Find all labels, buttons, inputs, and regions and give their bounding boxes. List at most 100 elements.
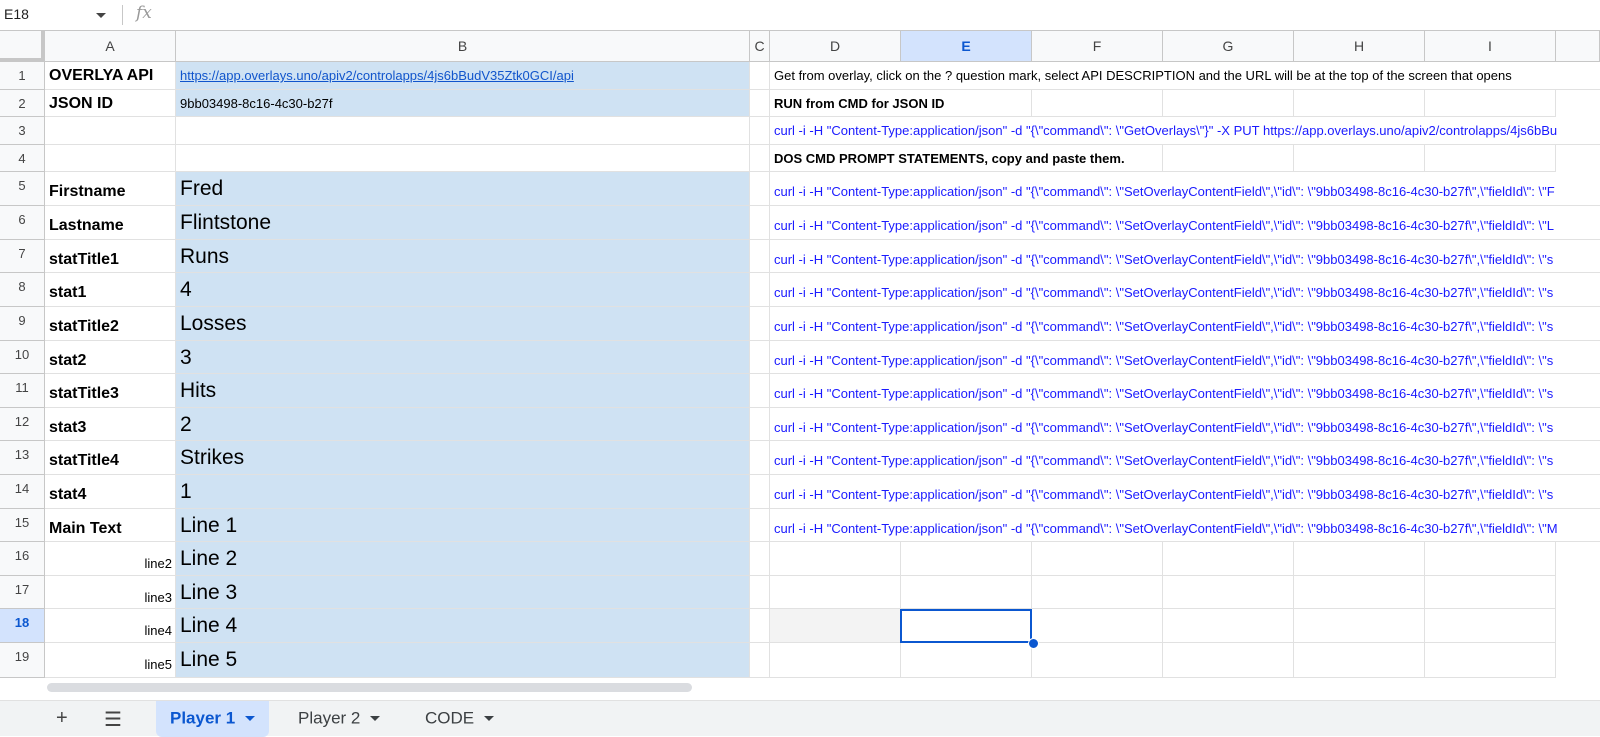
tab-code[interactable]: CODE [411,701,508,737]
cell-c12[interactable] [750,408,770,441]
cell-c15[interactable] [750,509,770,542]
chevron-down-icon[interactable] [484,716,495,722]
add-sheet-icon[interactable]: + [56,707,68,730]
column-header-b[interactable]: B [176,31,750,62]
cell-d14[interactable]: curl -i -H "Content-Type:application/jso… [770,475,1600,509]
column-header-c[interactable]: C [750,31,770,62]
cell-c7[interactable] [750,240,770,273]
row-header-9[interactable]: 9 [0,307,45,341]
cell-a16[interactable]: line2 [45,542,176,576]
scrollbar-thumb[interactable] [47,683,692,692]
cell-i16[interactable] [1425,542,1556,576]
cell-c2[interactable] [750,90,770,117]
tab-player-1[interactable]: Player 1 [156,701,270,737]
row-header-2[interactable]: 2 [0,90,45,117]
cell-c19[interactable] [750,643,770,678]
cell-c18[interactable] [750,609,770,643]
cell-d7[interactable]: curl -i -H "Content-Type:application/jso… [770,240,1600,273]
cell-f2[interactable] [1032,90,1163,117]
cell-d13[interactable]: curl -i -H "Content-Type:application/jso… [770,441,1600,475]
cell-d3[interactable]: curl -i -H "Content-Type:application/jso… [770,117,1600,145]
row-header-11[interactable]: 11 [0,374,45,408]
row-header-16[interactable]: 16 [0,542,45,576]
horizontal-scrollbar[interactable]: ◀ [45,680,1600,696]
active-cell-selection[interactable] [900,609,1032,643]
cell-b10[interactable]: 3 [176,341,750,374]
cell-g18[interactable] [1163,609,1294,643]
column-header-j[interactable] [1556,31,1600,62]
cell-d9[interactable]: curl -i -H "Content-Type:application/jso… [770,307,1600,341]
cell-h18[interactable] [1294,609,1425,643]
cell-a8[interactable]: stat1 [45,273,176,307]
cell-g19[interactable] [1163,643,1294,678]
cell-a15[interactable]: Main Text [45,509,176,542]
chevron-down-icon[interactable] [96,13,106,18]
cell-b17[interactable]: Line 3 [176,576,750,609]
cell-h17[interactable] [1294,576,1425,609]
row-header-4[interactable]: 4 [0,145,45,172]
cell-a18[interactable]: line4 [45,609,176,643]
cell-d1[interactable]: Get from overlay, click on the ? questio… [770,62,1600,90]
row-header-7[interactable]: 7 [0,240,45,273]
cell-c9[interactable] [750,307,770,341]
cell-b7[interactable]: Runs [176,240,750,273]
row-header-5[interactable]: 5 [0,172,45,206]
cell-d8[interactable]: curl -i -H "Content-Type:application/jso… [770,273,1600,307]
row-header-1[interactable]: 1 [0,62,45,90]
cell-a6[interactable]: Lastname [45,206,176,240]
cell-b8[interactable]: 4 [176,273,750,307]
cell-g16[interactable] [1163,542,1294,576]
cell-c1[interactable] [750,62,770,90]
cell-i2[interactable] [1425,90,1556,117]
cell-a19[interactable]: line5 [45,643,176,678]
fill-handle[interactable] [1028,638,1039,649]
cell-b16[interactable]: Line 2 [176,542,750,576]
row-header-17[interactable]: 17 [0,576,45,609]
cell-a1[interactable]: OVERLYA API [45,62,176,90]
cell-a12[interactable]: stat3 [45,408,176,441]
cell-g17[interactable] [1163,576,1294,609]
cell-d18[interactable] [770,609,901,643]
cell-a4[interactable] [45,145,176,172]
cell-d15[interactable]: curl -i -H "Content-Type:application/jso… [770,509,1600,542]
cell-a5[interactable]: Firstname [45,172,176,206]
cell-i17[interactable] [1425,576,1556,609]
cell-f19[interactable] [1032,643,1163,678]
cell-c11[interactable] [750,374,770,408]
row-header-8[interactable]: 8 [0,273,45,307]
cell-b12[interactable]: 2 [176,408,750,441]
row-header-14[interactable]: 14 [0,475,45,509]
chevron-down-icon[interactable] [245,716,256,722]
row-header-3[interactable]: 3 [0,117,45,145]
column-header-e[interactable]: E [901,31,1032,62]
column-header-d[interactable]: D [770,31,901,62]
cell-f18[interactable] [1032,609,1163,643]
column-header-h[interactable]: H [1294,31,1425,62]
cell-b2[interactable]: 9bb03498-8c16-4c30-b27f [176,90,750,117]
cell-a3[interactable] [45,117,176,145]
cell-d12[interactable]: curl -i -H "Content-Type:application/jso… [770,408,1600,441]
row-header-13[interactable]: 13 [0,441,45,475]
cell-e17[interactable] [901,576,1032,609]
chevron-down-icon[interactable] [370,716,381,722]
cell-d6[interactable]: curl -i -H "Content-Type:application/jso… [770,206,1600,240]
cell-a7[interactable]: statTitle1 [45,240,176,273]
cell-i18[interactable] [1425,609,1556,643]
cell-f17[interactable] [1032,576,1163,609]
cell-b1-link[interactable]: https://app.overlays.uno/apiv2/controlap… [176,62,750,90]
cell-h2[interactable] [1294,90,1425,117]
column-header-a[interactable]: A [45,31,176,62]
cell-d4[interactable]: DOS CMD PROMPT STATEMENTS, copy and past… [770,145,1163,172]
cell-b11[interactable]: Hits [176,374,750,408]
column-header-i[interactable]: I [1425,31,1556,62]
cell-h19[interactable] [1294,643,1425,678]
cell-b18[interactable]: Line 4 [176,609,750,643]
column-header-f[interactable]: F [1032,31,1163,62]
cell-c3[interactable] [750,117,770,145]
cell-b4[interactable] [176,145,750,172]
cell-b3[interactable] [176,117,750,145]
cell-b14[interactable]: 1 [176,475,750,509]
cell-e19[interactable] [901,643,1032,678]
cell-a9[interactable]: statTitle2 [45,307,176,341]
cell-c8[interactable] [750,273,770,307]
